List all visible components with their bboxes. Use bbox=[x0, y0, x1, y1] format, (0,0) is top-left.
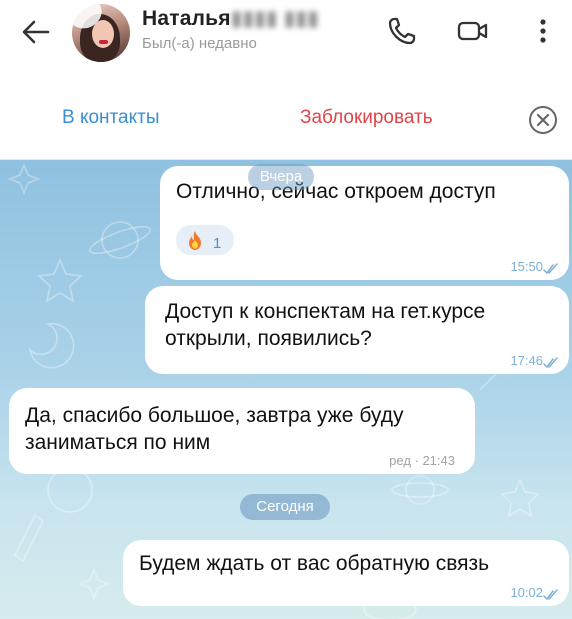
read-check-icon bbox=[543, 263, 558, 275]
message-time: ред · 21:43 bbox=[389, 453, 455, 468]
message-outgoing[interactable]: Доступ к конспектам на гет.курсе открыли… bbox=[145, 286, 569, 374]
phone-icon[interactable] bbox=[385, 14, 419, 48]
message-text: Будем ждать от вас обратную связь bbox=[139, 552, 490, 575]
contact-action-bar: В контакты Заблокировать bbox=[0, 74, 572, 160]
chat-area[interactable]: Отлично, сейчас откроем доступ 1 15:50 В… bbox=[0, 160, 572, 619]
message-outgoing[interactable]: Будем ждать от вас обратную связь 10:02 bbox=[123, 540, 569, 606]
contact-name[interactable]: Наталья ▮▮▮▮ ▮▮▮ bbox=[142, 6, 319, 31]
date-separator: Сегодня bbox=[240, 494, 330, 520]
avatar[interactable] bbox=[72, 4, 130, 62]
reaction-badge[interactable]: 1 bbox=[176, 225, 234, 255]
read-check-icon bbox=[543, 589, 558, 601]
message-outgoing[interactable]: Отлично, сейчас откроем доступ 1 15:50 bbox=[160, 166, 569, 280]
fire-emoji-icon bbox=[189, 231, 201, 250]
video-call-icon[interactable] bbox=[456, 14, 490, 48]
message-incoming[interactable]: Да, спасибо большое, завтра уже буду зан… bbox=[9, 388, 475, 474]
message-time: 10:02 bbox=[510, 585, 543, 600]
close-icon[interactable] bbox=[527, 104, 559, 136]
read-check-icon bbox=[543, 357, 558, 369]
message-time: 15:50 bbox=[510, 259, 543, 274]
reaction-count: 1 bbox=[213, 235, 222, 252]
chat-header: Наталья ▮▮▮▮ ▮▮▮ Был(-а) недавно bbox=[0, 0, 572, 74]
block-button[interactable]: Заблокировать bbox=[300, 107, 433, 129]
message-text: Да, спасибо большое, завтра уже буду зан… bbox=[25, 404, 404, 454]
message-time: 17:46 bbox=[510, 353, 543, 368]
contact-status: Был(-а) недавно bbox=[142, 35, 257, 52]
more-menu-icon[interactable] bbox=[526, 14, 560, 48]
back-arrow-icon[interactable] bbox=[18, 14, 54, 50]
message-text: Доступ к конспектам на гет.курсе открыли… bbox=[165, 300, 486, 350]
add-to-contacts-button[interactable]: В контакты bbox=[62, 107, 159, 129]
date-separator: Вчера bbox=[248, 164, 314, 190]
message-text: Отлично, сейчас откроем доступ bbox=[176, 180, 496, 203]
